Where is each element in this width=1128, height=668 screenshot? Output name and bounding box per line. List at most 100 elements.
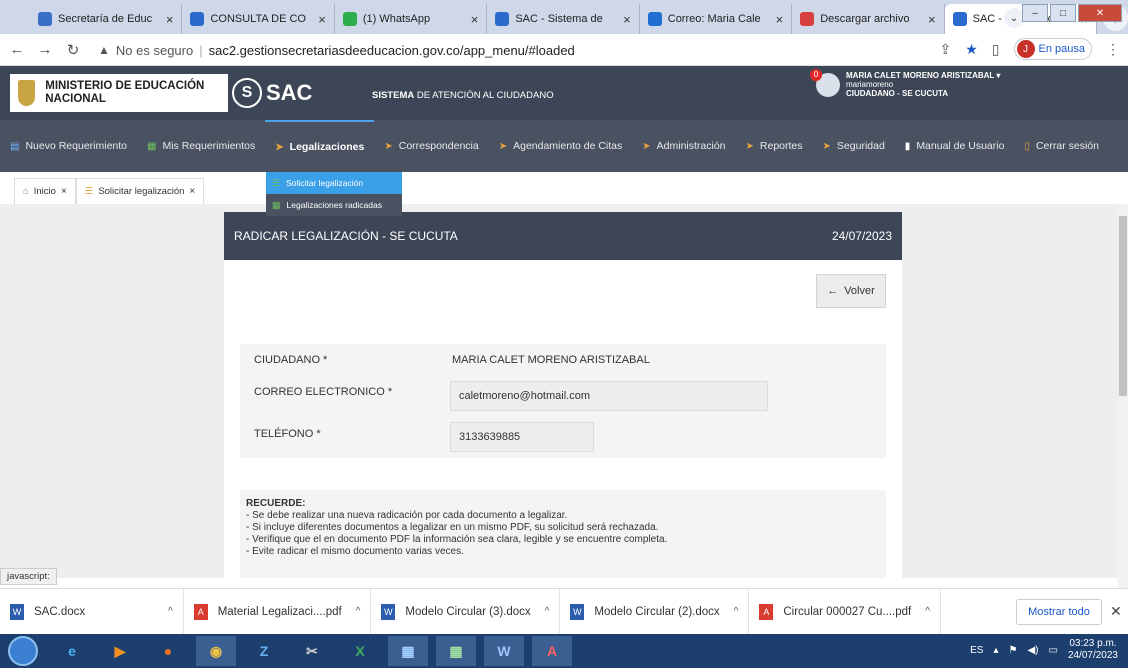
side-panel-icon[interactable]: ▯ xyxy=(992,41,1000,58)
chevron-up-icon[interactable]: ^ xyxy=(545,606,550,617)
browser-tab[interactable]: Correo: Maria Cale × xyxy=(640,4,793,34)
content-area: RADICAR LEGALIZACIÓN - SE CUCUTA 24/07/2… xyxy=(0,204,1118,578)
notification-badge: 0 xyxy=(810,68,822,81)
scrollbar-thumb[interactable] xyxy=(1119,216,1127,396)
nav-legalizaciones[interactable]: ➤ Legalizaciones xyxy=(265,120,375,172)
email-field[interactable]: caletmoreno@hotmail.com xyxy=(450,381,768,411)
ministry-logo[interactable]: MINISTERIO DE EDUCACIÓN NACIONAL xyxy=(10,74,228,112)
download-item[interactable]: W SAC.docx ^ xyxy=(0,588,184,635)
nav-correspondencia[interactable]: ➤ Correspondencia xyxy=(374,120,488,172)
chevron-up-icon[interactable]: ^ xyxy=(168,606,173,617)
minimize-icon[interactable]: – xyxy=(1022,4,1048,22)
user-role: CIUDADANO - SE CUCUTA xyxy=(846,89,949,98)
warning-icon: ▲ xyxy=(98,43,110,57)
system-title-rest: DE ATENCIÓN AL CIUDADANO xyxy=(416,90,554,101)
nav-reportes[interactable]: ➤ Reportes xyxy=(736,120,813,172)
flag-icon[interactable]: ⚑ xyxy=(1008,645,1017,656)
close-tab-icon[interactable]: × xyxy=(928,12,936,27)
sac-logo[interactable]: S SAC xyxy=(232,78,312,108)
close-tab-icon[interactable]: × xyxy=(623,12,631,27)
list-icon: ☰ xyxy=(84,186,94,197)
phone-field[interactable]: 3133639885 xyxy=(450,422,594,452)
close-tab-icon[interactable]: × xyxy=(61,186,67,197)
reminder-item: - Verifique que el en documento PDF la i… xyxy=(246,534,668,545)
close-tab-icon[interactable]: × xyxy=(471,12,479,27)
close-tab-icon[interactable]: × xyxy=(776,12,784,27)
download-item[interactable]: W Modelo Circular (3).docx ^ xyxy=(371,588,561,635)
sac-logo-word: SAC xyxy=(266,80,313,105)
app-icon[interactable]: Z xyxy=(244,636,284,666)
volume-icon[interactable]: ◀) xyxy=(1027,645,1038,656)
url-separator: | xyxy=(199,42,203,58)
show-all-button[interactable]: Mostrar todo xyxy=(1016,599,1102,625)
snipping-tool-icon[interactable]: ✂ xyxy=(292,636,332,666)
network-app-icon[interactable]: ▦ xyxy=(436,636,476,666)
close-icon[interactable]: ✕ xyxy=(1110,603,1122,620)
reminder-item: - Evite radicar el mismo documento varia… xyxy=(246,546,464,557)
menu-item-solicitar-legalizacion[interactable]: ☰ Solicitar legalización xyxy=(266,172,402,194)
firefox-icon[interactable]: ● xyxy=(148,636,188,666)
system-tray: ES ▴ ⚑ ◀) ▭ 03:23 p.m. 24/07/2023 xyxy=(970,638,1118,662)
back-arrow-icon[interactable]: ← xyxy=(6,41,28,58)
share-icon[interactable]: ⇪ xyxy=(940,41,952,58)
browser-tab[interactable]: CONSULTA DE CO × xyxy=(182,4,335,34)
menu-item-legalizaciones-radicadas[interactable]: ▦ Legalizaciones radicadas xyxy=(266,194,402,216)
internet-explorer-icon[interactable]: e xyxy=(52,636,92,666)
acrobat-icon[interactable]: A xyxy=(532,636,572,666)
language-indicator[interactable]: ES xyxy=(970,645,983,656)
nav-administracion[interactable]: ➤ Administración xyxy=(632,120,735,172)
arrow-icon: ➤ xyxy=(384,140,393,152)
reminder-title: RECUERDE: xyxy=(246,498,306,509)
chevron-up-icon[interactable]: ^ xyxy=(734,606,739,617)
download-item[interactable]: A Circular 000027 Cu....pdf ^ xyxy=(749,588,941,635)
tab-inicio[interactable]: ⌂ Inicio × xyxy=(14,178,76,204)
citizen-value: MARIA CALET MORENO ARISTIZABAL xyxy=(452,354,650,366)
chrome-icon[interactable]: ◉ xyxy=(196,636,236,666)
back-button[interactable]: ← Volver xyxy=(816,274,886,308)
close-window-icon[interactable]: ✕ xyxy=(1078,4,1122,22)
download-item[interactable]: W Modelo Circular (2).docx ^ xyxy=(560,588,750,635)
close-tab-icon[interactable]: × xyxy=(189,186,195,197)
profile-button[interactable]: J En pausa xyxy=(1013,38,1092,60)
chevron-up-icon[interactable]: ^ xyxy=(925,606,930,617)
nav-seguridad[interactable]: ➤ Seguridad xyxy=(813,120,895,172)
nav-manual-usuario[interactable]: ▮ Manual de Usuario xyxy=(895,120,1015,172)
close-tab-icon[interactable]: × xyxy=(166,12,174,27)
browser-tab[interactable]: Secretaría de Educ × xyxy=(30,4,183,34)
citizen-label: CIUDADANO * xyxy=(254,354,328,366)
forward-arrow-icon[interactable]: → xyxy=(34,41,56,58)
close-tab-icon[interactable]: × xyxy=(318,12,326,27)
reminder-box: RECUERDE: - Se debe realizar una nueva r… xyxy=(240,490,886,578)
nav-mis-requerimientos[interactable]: ▦ Mis Requerimientos xyxy=(137,120,265,172)
nav-cerrar-sesion[interactable]: ▯ Cerrar sesión xyxy=(1014,120,1109,172)
page-scrollbar[interactable] xyxy=(1118,204,1128,588)
chevron-up-icon[interactable]: ▴ xyxy=(993,645,998,656)
nav-agendamiento[interactable]: ➤ Agendamiento de Citas xyxy=(489,120,633,172)
system-title-bold: SISTEMA xyxy=(372,90,415,101)
menu-kebab-icon[interactable]: ⋮ xyxy=(1106,41,1120,58)
user-menu[interactable]: 0 MARIA CALET MORENO ARISTIZABAL ▾ maria… xyxy=(810,68,1000,98)
coat-of-arms-icon xyxy=(18,80,36,106)
clock[interactable]: 03:23 p.m. 24/07/2023 xyxy=(1068,638,1118,662)
download-item[interactable]: A Material Legalizaci....pdf ^ xyxy=(184,588,372,635)
url-field[interactable]: ▲ No es seguro | sac2.gestionsecretarias… xyxy=(98,38,918,62)
nav-nuevo-requerimiento[interactable]: ▤ Nuevo Requerimiento xyxy=(0,120,137,172)
tab-solicitar-legalizacion[interactable]: ☰ Solicitar legalización × xyxy=(75,178,205,204)
browser-tab[interactable]: Descargar archivo × xyxy=(792,4,945,34)
browser-tab[interactable]: (1) WhatsApp × xyxy=(335,4,488,34)
control-panel-icon[interactable]: ▦ xyxy=(388,636,428,666)
maximize-icon[interactable]: □ xyxy=(1050,4,1076,22)
excel-icon[interactable]: X xyxy=(340,636,380,666)
media-player-icon[interactable]: ▶ xyxy=(100,636,140,666)
word-icon[interactable]: W xyxy=(484,636,524,666)
network-icon[interactable]: ▭ xyxy=(1048,645,1057,656)
window-controls: – □ ✕ xyxy=(1022,4,1122,22)
tab-search-icon[interactable]: ⌄ xyxy=(1004,8,1024,28)
taskbar: e ▶ ● ◉ Z ✂ X ▦ ▦ W A ES ▴ ⚑ ◀) ▭ 03:23 … xyxy=(0,634,1128,668)
chevron-up-icon[interactable]: ^ xyxy=(356,606,361,617)
phone-label: TELÉFONO * xyxy=(254,428,321,440)
start-button[interactable] xyxy=(8,636,38,666)
bookmark-star-icon[interactable]: ★ xyxy=(965,41,978,58)
browser-tab[interactable]: SAC - Sistema de × xyxy=(487,4,640,34)
reload-icon[interactable]: ↻ xyxy=(62,41,84,59)
